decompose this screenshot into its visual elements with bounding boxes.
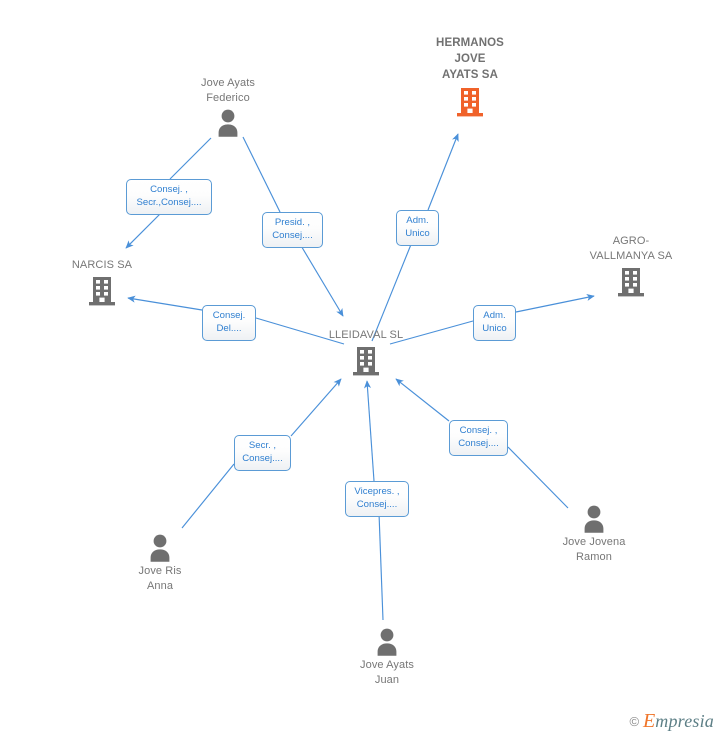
relationship-edge [395, 378, 450, 422]
relationship-edge [125, 210, 164, 249]
graph-node-hermanos[interactable]: HERMANOS JOVE AYATS SA [400, 35, 540, 118]
node-label: Jove Jovena Ramon [562, 536, 626, 563]
building-icon [457, 88, 483, 117]
node-label: HERMANOS JOVE AYATS SA [436, 37, 504, 81]
building-icon [618, 268, 644, 297]
brand-name: mpresia [655, 711, 714, 731]
graph-node-agro-vallmanya[interactable]: AGRO- VALLMANYA SA [561, 233, 701, 298]
relation-label-rel-lleidaval-narcis[interactable]: Consej. Del.... [202, 305, 256, 341]
relation-label-rel-lleidaval-agro[interactable]: Adm. Unico [473, 305, 516, 341]
graph-node-jove-ayats-federico[interactable]: Jove Ayats Federico [158, 75, 298, 138]
relation-label-rel-lleidaval-hermanos[interactable]: Adm. Unico [396, 210, 439, 246]
node-label: Jove Ayats Juan [360, 659, 414, 686]
node-label: LLEIDAVAL SL [328, 329, 404, 341]
node-label: AGRO- VALLMANYA SA [589, 235, 673, 262]
brand-initial: E [643, 710, 656, 732]
building-icon [89, 277, 115, 306]
person-icon [377, 628, 397, 656]
relation-label-rel-ramon-lleidaval[interactable]: Consej. , Consej.... [449, 420, 508, 456]
graph-node-lleidaval[interactable]: LLEIDAVAL SL [296, 327, 436, 377]
person-icon [150, 534, 170, 562]
copyright-symbol: © [629, 713, 640, 729]
relationship-edge [363, 380, 375, 482]
node-label: NARCIS SA [71, 259, 133, 271]
person-icon [218, 109, 238, 137]
relation-label-rel-anna-lleidaval[interactable]: Secr. , Consej.... [234, 435, 291, 471]
graph-node-jove-jovena-ramon[interactable]: Jove Jovena Ramon [524, 504, 664, 564]
graph-node-narcis[interactable]: NARCIS SA [32, 257, 172, 307]
building-icon [353, 347, 379, 376]
relation-label-rel-juan-lleidaval[interactable]: Vicepres. , Consej.... [345, 481, 409, 517]
relationship-edge [378, 512, 384, 621]
relationship-edge [169, 137, 212, 180]
relationship-edge [242, 136, 281, 213]
graph-node-jove-ayats-juan[interactable]: Jove Ayats Juan [317, 627, 457, 687]
relationship-edge [515, 293, 595, 313]
relationship-edge [299, 243, 344, 317]
graph-node-jove-ris-anna[interactable]: Jove Ris Anna [90, 533, 230, 593]
node-label: Jove Ris Anna [138, 565, 182, 592]
relation-label-rel-federico-narcis[interactable]: Consej. , Secr.,Consej.... [126, 179, 212, 215]
relationship-edge [427, 133, 459, 211]
person-icon [584, 505, 604, 533]
relationship-edge [290, 378, 342, 437]
relationship-edge [507, 446, 569, 509]
watermark: © E mpresia [629, 710, 714, 732]
relation-label-rel-federico-lleidaval[interactable]: Presid. , Consej.... [262, 212, 323, 248]
org-relationship-graph: HERMANOS JOVE AYATS SA Jove Ayats Federic… [0, 0, 728, 740]
relationship-edge [181, 463, 235, 529]
node-label: Jove Ayats Federico [201, 77, 255, 104]
